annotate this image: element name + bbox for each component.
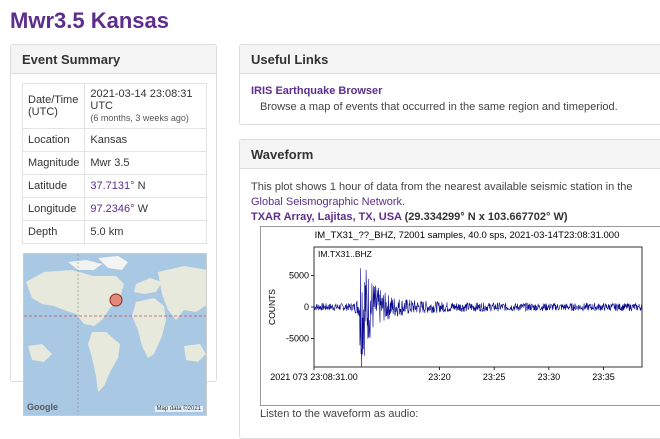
gsn-link[interactable]: Global Seismographic Network bbox=[251, 196, 402, 208]
latitude-value: 37.7131° N bbox=[84, 174, 207, 198]
relative-time: (6 months, 3 weeks ago) bbox=[90, 113, 189, 123]
station-info: TXAR Array, Lajitas, TX, USA (29.334299°… bbox=[251, 211, 568, 223]
row-key: Magnitude bbox=[21, 151, 86, 175]
event-summary-heading: Event Summary bbox=[11, 45, 216, 74]
iris-link-description: Browse a map of events that occurred in … bbox=[260, 101, 618, 113]
map-data-credit[interactable]: Map data ©2021 bbox=[154, 406, 203, 412]
x-tick-label: 23:20 bbox=[428, 372, 451, 382]
table-row: Depth 5.0 km bbox=[21, 220, 207, 244]
waveform-desc-text: This plot shows 1 hour of data from the … bbox=[251, 181, 633, 193]
chart-title: IM_TX31_??_BHZ, 72001 samples, 40.0 sps,… bbox=[315, 230, 620, 241]
waveform-heading: Waveform bbox=[240, 140, 660, 169]
longitude-value: 97.2346° W bbox=[84, 197, 207, 221]
waveform-plot: IM_TX31_??_BHZ, 72001 samples, 40.0 sps,… bbox=[260, 226, 660, 406]
magnitude-value: Mwr 3.5 bbox=[84, 151, 207, 175]
table-row: Magnitude Mwr 3.5 bbox=[21, 151, 207, 175]
depth-value: 5.0 km bbox=[84, 220, 207, 244]
event-map[interactable]: Google Map data ©2021 bbox=[23, 253, 207, 416]
x-tick-label: 2021 073 23:08:31.00 bbox=[270, 372, 358, 382]
x-tick-label: 23:30 bbox=[538, 372, 561, 382]
x-tick-label: 23:35 bbox=[592, 372, 615, 382]
longitude-link[interactable]: 97.2346° bbox=[90, 203, 134, 215]
audio-label: Listen to the waveform as audio: bbox=[260, 408, 419, 420]
row-key: Date/Time (UTC) bbox=[21, 83, 86, 129]
latitude-link[interactable]: 37.7131° bbox=[90, 180, 134, 192]
y-axis-label: COUNTS bbox=[267, 289, 277, 325]
useful-links-heading: Useful Links bbox=[240, 45, 660, 74]
station-coordinates: (29.334299° N x 103.667702° W) bbox=[401, 211, 568, 223]
google-logo: Google bbox=[27, 402, 58, 412]
row-key: Latitude bbox=[21, 174, 86, 198]
y-axis-ticks: 5000 0 -5000 bbox=[286, 270, 314, 344]
latitude-hemisphere: N bbox=[134, 180, 146, 192]
table-row: Location Kansas bbox=[21, 128, 207, 152]
location-value: Kansas bbox=[84, 128, 207, 152]
table-row: Date/Time (UTC) 2021-03-14 23:08:31 UTC … bbox=[21, 83, 207, 129]
datetime-value: 2021-03-14 23:08:31 UTC bbox=[90, 88, 193, 112]
y-tick-label: 5000 bbox=[289, 270, 309, 280]
useful-links-panel: Useful Links IRIS Earthquake Browser Bro… bbox=[239, 44, 660, 125]
x-axis-ticks: 2021 073 23:08:31.00 23:20 23:25 23:30 23:35 bbox=[270, 367, 615, 382]
longitude-hemisphere: W bbox=[134, 203, 148, 215]
station-link[interactable]: TXAR Array, Lajitas, TX, USA bbox=[251, 211, 402, 223]
row-key: Depth bbox=[21, 220, 86, 244]
waveform-description: This plot shows 1 hour of data from the … bbox=[251, 180, 660, 210]
iris-earthquake-browser-link[interactable]: IRIS Earthquake Browser bbox=[251, 85, 382, 97]
y-tick-label: -5000 bbox=[286, 334, 309, 344]
row-value: 2021-03-14 23:08:31 UTC (6 months, 3 wee… bbox=[84, 83, 207, 129]
waveform-trace bbox=[313, 268, 643, 368]
waveform-desc-end: . bbox=[402, 196, 406, 208]
row-key: Longitude bbox=[21, 197, 86, 221]
row-key: Location bbox=[21, 128, 86, 152]
event-summary-panel: Event Summary Date/Time (UTC) 2021-03-14… bbox=[10, 44, 217, 416]
waveform-chart: IM_TX31_??_BHZ, 72001 samples, 40.0 sps,… bbox=[267, 230, 643, 382]
event-summary-table: Date/Time (UTC) 2021-03-14 23:08:31 UTC … bbox=[21, 83, 207, 244]
table-row: Latitude 37.7131° N bbox=[21, 174, 207, 198]
trace-legend: IM.TX31..BHZ bbox=[318, 249, 372, 259]
y-tick-label: 0 bbox=[304, 302, 309, 312]
waveform-panel: Waveform This plot shows 1 hour of data … bbox=[239, 139, 660, 439]
page-title: Mwr3.5 Kansas bbox=[10, 8, 169, 33]
table-row: Longitude 97.2346° W bbox=[21, 197, 207, 221]
x-tick-label: 23:25 bbox=[483, 372, 506, 382]
world-map-graphic bbox=[24, 254, 206, 415]
